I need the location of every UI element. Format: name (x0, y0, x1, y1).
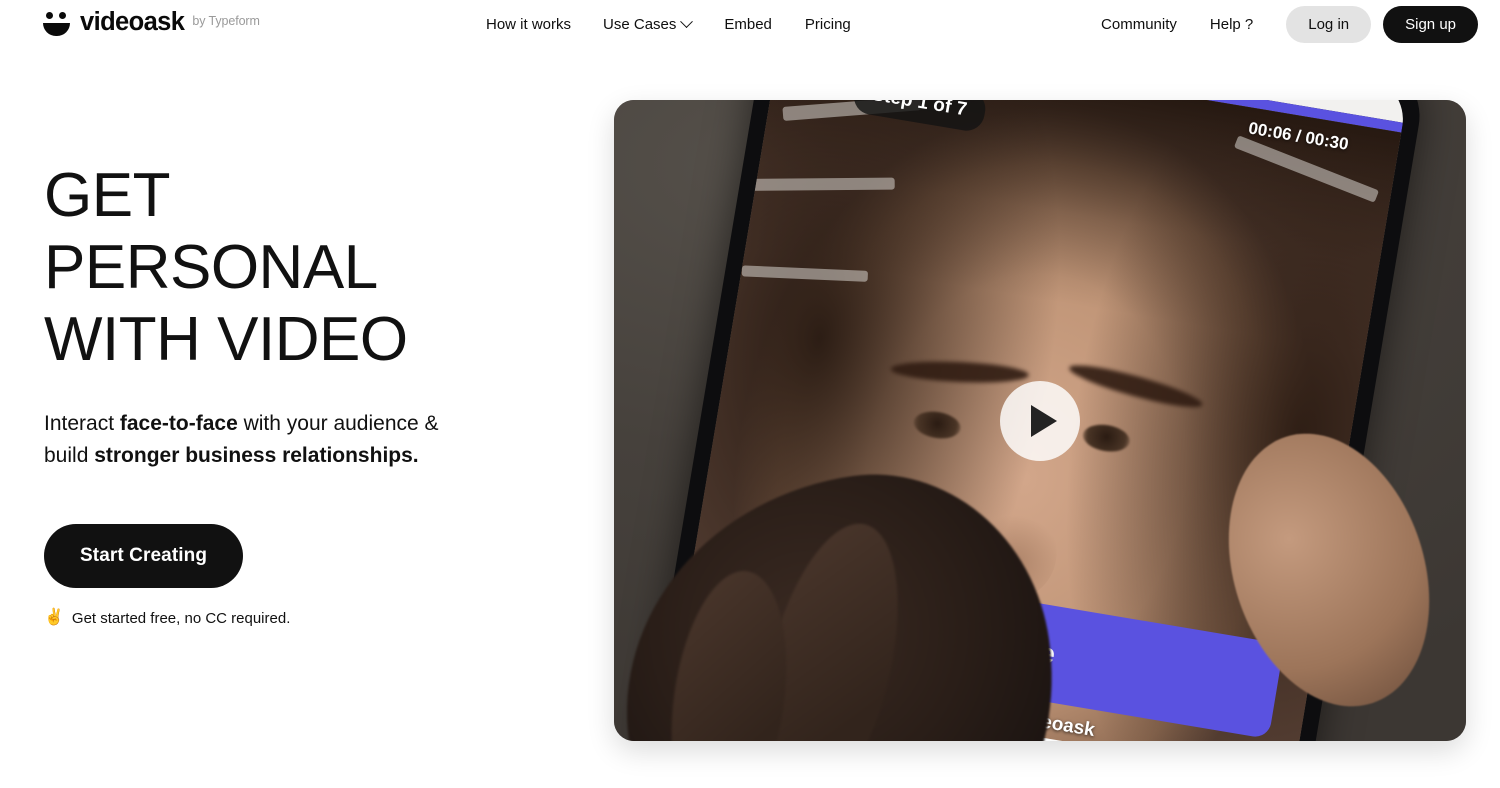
subhead-bold-2: stronger business relationships. (94, 443, 419, 467)
nav-item-how-it-works[interactable]: How it works (486, 17, 571, 32)
nav-item-help[interactable]: Help ? (1210, 17, 1253, 32)
victory-hand-icon: ✌️ (44, 609, 64, 627)
face-brow (890, 359, 1030, 386)
ceiling-beam (741, 265, 868, 282)
nav-item-pricing[interactable]: Pricing (805, 17, 851, 32)
nav-item-pricing-label: Pricing (804, 15, 851, 33)
hero-video-player[interactable]: AA Step 1 of 7 00:06 / 00:30 C (614, 100, 1466, 741)
face-eye (911, 407, 963, 442)
step-badge: Step 1 of 7 (850, 100, 988, 134)
headline-line-3: WITH VIDEO (44, 304, 408, 374)
signup-button[interactable]: Sign up (1383, 5, 1478, 43)
subhead-part-1: Interact (44, 411, 120, 435)
page-title: GET PERSONAL WITH VIDEO (44, 160, 564, 376)
cta-note: ✌️ Get started free, no CC required. (44, 610, 564, 627)
nav-item-embed-label: Embed (724, 15, 772, 33)
primary-nav: How it works Use Cases Embed Pricing (486, 0, 851, 48)
nav-item-community[interactable]: Community (1101, 17, 1177, 32)
cta-note-text: Get started free, no CC required. (71, 609, 291, 627)
subhead-bold-1: face-to-face (119, 411, 238, 435)
brand-byline: by Typeform (192, 14, 260, 28)
secondary-nav: Community Help ? Log in Sign up (1101, 0, 1478, 48)
headline-line-2: PERSONAL (44, 232, 378, 302)
site-header: videoask by Typeform How it works Use Ca… (0, 0, 1500, 48)
brand-logo[interactable]: videoask by Typeform (42, 8, 260, 36)
face-eye (1081, 421, 1133, 455)
brand-wordmark: videoask (80, 8, 185, 36)
play-button[interactable] (1000, 380, 1080, 461)
play-triangle-icon (1030, 404, 1057, 437)
chevron-down-icon (680, 14, 694, 28)
nav-item-use-cases-label: Use Cases (603, 15, 677, 33)
start-creating-button[interactable]: Start Creating (44, 523, 244, 588)
nav-item-how-it-works-label: How it works (486, 15, 572, 33)
nav-item-embed[interactable]: Embed (724, 17, 772, 32)
landing-page: videoask by Typeform How it works Use Ca… (0, 0, 1500, 788)
face-brow (1066, 358, 1206, 415)
nav-item-use-cases[interactable]: Use Cases (603, 14, 694, 33)
videoask-smiley-icon (42, 11, 72, 36)
hero-content: GET PERSONAL WITH VIDEO Interact face-to… (44, 160, 564, 627)
ceiling-beam (731, 177, 895, 192)
login-button[interactable]: Log in (1286, 5, 1372, 43)
headline-line-1: GET (44, 161, 170, 230)
hero-subhead: Interact face-to-face with your audience… (44, 408, 444, 472)
